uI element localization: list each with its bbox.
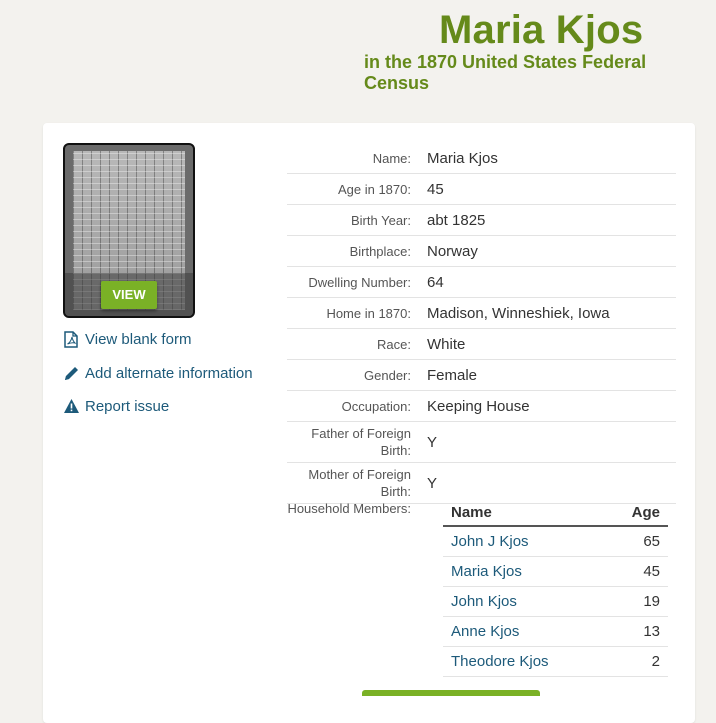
detail-value: abt 1825 xyxy=(427,211,486,229)
detail-row-name: Name: Maria Kjos xyxy=(287,143,676,174)
detail-value: Keeping House xyxy=(427,397,530,415)
detail-row-home: Home in 1870: Madison, Winneshiek, Iowa xyxy=(287,298,676,329)
detail-label: Birth Year: xyxy=(351,212,411,228)
add-alternate-info-link[interactable]: Add alternate information xyxy=(62,364,253,382)
household-table: Name Age John J Kjos 65 Maria Kjos 45 Jo… xyxy=(443,499,668,677)
add-alternate-info-label: Add alternate information xyxy=(85,364,253,382)
household-member-age: 19 xyxy=(643,593,660,610)
detail-value: Y xyxy=(427,474,438,492)
detail-value: 64 xyxy=(427,273,444,291)
detail-row-age: Age in 1870: 45 xyxy=(287,174,676,205)
detail-row-race: Race: White xyxy=(287,329,676,360)
table-row: John J Kjos 65 xyxy=(443,527,668,557)
report-issue-label: Report issue xyxy=(85,397,170,415)
column-header-name: Name xyxy=(451,503,492,521)
pdf-icon xyxy=(62,330,80,348)
record-details: Name: Maria Kjos Age in 1870: 45 Birth Y… xyxy=(287,143,676,504)
household-member-link[interactable]: John Kjos xyxy=(451,593,517,610)
household-member-age: 45 xyxy=(643,563,660,580)
view-blank-form-label: View blank form xyxy=(85,330,192,348)
detail-label: Gender: xyxy=(364,367,411,383)
view-button[interactable]: VIEW xyxy=(101,281,157,309)
detail-row-occupation: Occupation: Keeping House xyxy=(287,391,676,422)
household-member-link[interactable]: Anne Kjos xyxy=(451,623,519,640)
detail-label: Birthplace: xyxy=(349,243,411,259)
detail-value: Female xyxy=(427,366,478,384)
detail-label: Dwelling Number: xyxy=(308,274,411,290)
detail-value: Maria Kjos xyxy=(427,149,498,167)
household-member-link[interactable]: John J Kjos xyxy=(451,533,529,550)
table-row: John Kjos 19 xyxy=(443,587,668,617)
column-header-age: Age xyxy=(631,503,660,521)
detail-value: Y xyxy=(427,433,438,451)
page-title: Maria Kjos xyxy=(439,8,644,52)
view-blank-form-link[interactable]: View blank form xyxy=(62,330,191,348)
detail-row-dwelling: Dwelling Number: 64 xyxy=(287,267,676,298)
household-member-age: 65 xyxy=(643,533,660,550)
detail-label: Father of Foreign Birth: xyxy=(311,426,411,458)
detail-label: Occupation: xyxy=(341,398,411,414)
census-image-thumbnail[interactable]: VIEW xyxy=(63,143,195,318)
table-row: Anne Kjos 13 xyxy=(443,617,668,647)
table-row: Theodore Kjos 2 xyxy=(443,647,668,677)
detail-value: Madison, Winneshiek, Iowa xyxy=(427,304,610,322)
report-issue-link[interactable]: Report issue xyxy=(62,397,169,415)
household-member-link[interactable]: Maria Kjos xyxy=(451,563,522,580)
detail-row-father-foreign: Father of Foreign Birth: Y xyxy=(287,422,676,463)
detail-label: Race: xyxy=(377,336,411,352)
detail-label: Age in 1870: xyxy=(337,181,411,197)
pencil-icon xyxy=(62,364,80,382)
detail-label: Home in 1870: xyxy=(326,305,411,321)
table-row: Maria Kjos 45 xyxy=(443,557,668,587)
detail-row-birth-year: Birth Year: abt 1825 xyxy=(287,205,676,236)
page-subtitle: in the 1870 United States Federal Census xyxy=(364,52,647,93)
household-table-header: Name Age xyxy=(443,499,668,527)
household-member-age: 13 xyxy=(643,623,660,640)
detail-value: White xyxy=(427,335,466,353)
detail-row-mother-foreign: Mother of Foreign Birth: Y xyxy=(287,463,676,504)
detail-value: Norway xyxy=(427,242,478,260)
detail-label: Mother of Foreign Birth: xyxy=(308,467,411,499)
household-members-label: Household Members: xyxy=(287,501,411,516)
detail-row-gender: Gender: Female xyxy=(287,360,676,391)
detail-value: 45 xyxy=(427,180,444,198)
action-button-partial[interactable] xyxy=(362,690,540,696)
detail-row-birthplace: Birthplace: Norway xyxy=(287,236,676,267)
detail-label: Name: xyxy=(372,150,411,166)
household-member-link[interactable]: Theodore Kjos xyxy=(451,653,549,670)
household-member-age: 2 xyxy=(651,653,660,670)
warning-icon xyxy=(62,397,80,415)
